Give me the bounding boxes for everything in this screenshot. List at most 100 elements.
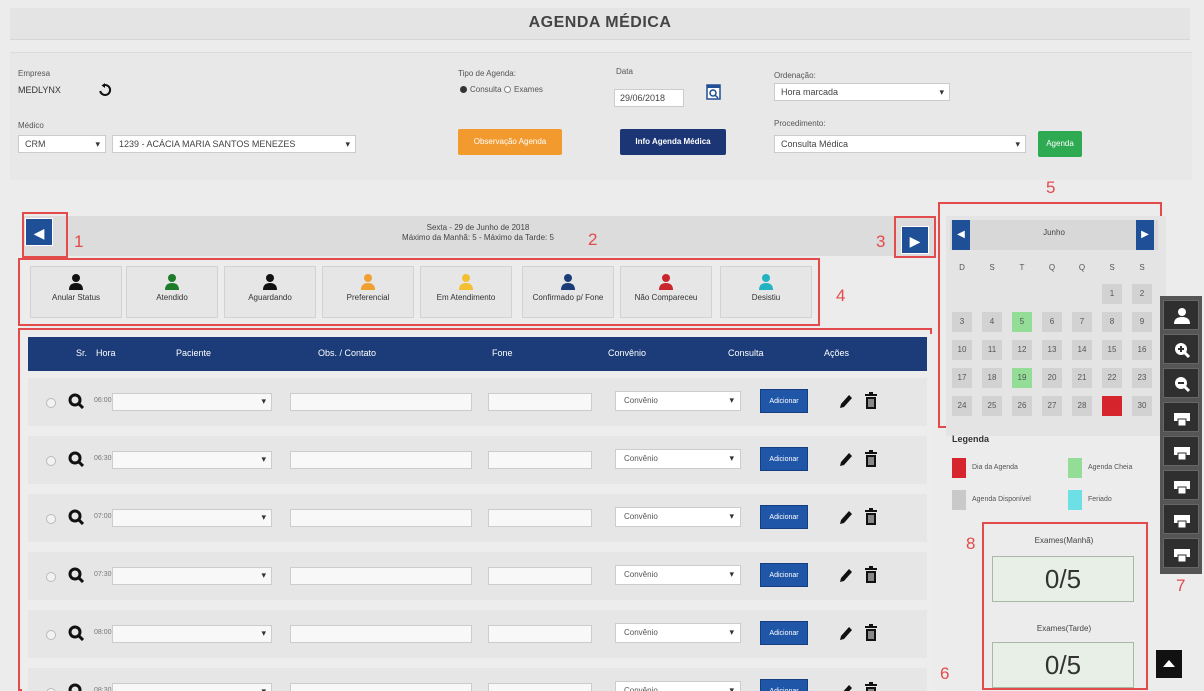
- status-aguardando-button[interactable]: Aguardando: [224, 266, 316, 318]
- print-button-2[interactable]: [1163, 436, 1199, 466]
- observacao-agenda-button[interactable]: Observação Agenda: [458, 129, 562, 155]
- zoom-in-button[interactable]: [1163, 334, 1199, 364]
- phone-field[interactable]: [488, 393, 592, 411]
- add-consulta-button[interactable]: Adicionar: [760, 447, 808, 471]
- add-patient-button[interactable]: [1163, 300, 1199, 330]
- calendar-day[interactable]: 2: [1132, 284, 1152, 304]
- row-select-radio[interactable]: [46, 514, 56, 524]
- calendar-day[interactable]: 13: [1042, 340, 1062, 360]
- pencil-icon[interactable]: [838, 392, 854, 410]
- phone-field[interactable]: [488, 683, 592, 691]
- next-month-button[interactable]: ▶: [1136, 220, 1154, 250]
- patient-select[interactable]: [112, 509, 272, 527]
- procedimento-select[interactable]: Consulta Médica: [774, 135, 1026, 153]
- print-button-5[interactable]: [1163, 538, 1199, 568]
- add-consulta-button[interactable]: Adicionar: [760, 621, 808, 645]
- convenio-select[interactable]: Convênio: [615, 449, 741, 469]
- calendar-day[interactable]: 20: [1042, 368, 1062, 388]
- status-nao-compareceu-button[interactable]: Não Compareceu: [620, 266, 712, 318]
- search-icon[interactable]: [68, 625, 84, 641]
- phone-field[interactable]: [488, 509, 592, 527]
- status-atendido-button[interactable]: Atendido: [126, 266, 218, 318]
- medico-type-select[interactable]: CRM: [18, 135, 106, 153]
- pencil-icon[interactable]: [838, 450, 854, 468]
- search-icon[interactable]: [68, 683, 84, 691]
- row-select-radio[interactable]: [46, 456, 56, 466]
- obs-contato-field[interactable]: [290, 393, 472, 411]
- calendar-day[interactable]: 18: [982, 368, 1002, 388]
- calendar-day[interactable]: 25: [982, 396, 1002, 416]
- print-button-3[interactable]: [1163, 470, 1199, 500]
- phone-field[interactable]: [488, 625, 592, 643]
- convenio-select[interactable]: Convênio: [615, 507, 741, 527]
- row-select-radio[interactable]: [46, 630, 56, 640]
- convenio-select[interactable]: Convênio: [615, 565, 741, 585]
- trash-icon[interactable]: [864, 450, 878, 468]
- search-icon[interactable]: [68, 567, 84, 583]
- calendar-search-icon[interactable]: [706, 82, 722, 100]
- pencil-icon[interactable]: [838, 682, 854, 691]
- status-em-atendimento-button[interactable]: Em Atendimento: [420, 266, 512, 318]
- obs-contato-field[interactable]: [290, 567, 472, 585]
- phone-field[interactable]: [488, 451, 592, 469]
- calendar-day[interactable]: 7: [1072, 312, 1092, 332]
- obs-contato-field[interactable]: [290, 509, 472, 527]
- convenio-select[interactable]: Convênio: [615, 623, 741, 643]
- calendar-day[interactable]: 15: [1102, 340, 1122, 360]
- calendar-day[interactable]: 17: [952, 368, 972, 388]
- pencil-icon[interactable]: [838, 508, 854, 526]
- calendar-day[interactable]: 23: [1132, 368, 1152, 388]
- calendar-day[interactable]: 5: [1012, 312, 1032, 332]
- patient-select[interactable]: [112, 683, 272, 691]
- patient-select[interactable]: [112, 567, 272, 585]
- calendar-day[interactable]: 9: [1132, 312, 1152, 332]
- add-consulta-button[interactable]: Adicionar: [760, 563, 808, 587]
- obs-contato-field[interactable]: [290, 451, 472, 469]
- trash-icon[interactable]: [864, 392, 878, 410]
- trash-icon[interactable]: [864, 682, 878, 691]
- patient-select[interactable]: [112, 625, 272, 643]
- add-consulta-button[interactable]: Adicionar: [760, 679, 808, 691]
- calendar-day[interactable]: 11: [982, 340, 1002, 360]
- calendar-day[interactable]: 10: [952, 340, 972, 360]
- agenda-button[interactable]: Agenda: [1038, 131, 1082, 157]
- status-anular-button[interactable]: Anular Status: [30, 266, 122, 318]
- row-select-radio[interactable]: [46, 398, 56, 408]
- calendar-day[interactable]: 29: [1102, 396, 1122, 416]
- ordenacao-select[interactable]: Hora marcada: [774, 83, 950, 101]
- scroll-top-button[interactable]: [1156, 650, 1182, 678]
- zoom-out-button[interactable]: [1163, 368, 1199, 398]
- calendar-day[interactable]: 27: [1042, 396, 1062, 416]
- calendar-day[interactable]: 21: [1072, 368, 1092, 388]
- calendar-day[interactable]: 30: [1132, 396, 1152, 416]
- phone-field[interactable]: [488, 567, 592, 585]
- calendar-day[interactable]: 3: [952, 312, 972, 332]
- calendar-day[interactable]: 28: [1072, 396, 1092, 416]
- pencil-icon[interactable]: [838, 566, 854, 584]
- patient-select[interactable]: [112, 393, 272, 411]
- date-field[interactable]: 29/06/2018: [614, 89, 684, 107]
- print-button-1[interactable]: [1163, 402, 1199, 432]
- trash-icon[interactable]: [864, 566, 878, 584]
- search-icon[interactable]: [68, 509, 84, 525]
- calendar-day[interactable]: 26: [1012, 396, 1032, 416]
- trash-icon[interactable]: [864, 624, 878, 642]
- calendar-day[interactable]: 1: [1102, 284, 1122, 304]
- convenio-select[interactable]: Convênio: [615, 391, 741, 411]
- search-icon[interactable]: [68, 393, 84, 409]
- print-button-4[interactable]: [1163, 504, 1199, 534]
- calendar-day[interactable]: 16: [1132, 340, 1152, 360]
- obs-contato-field[interactable]: [290, 625, 472, 643]
- status-confirmado-button[interactable]: Confirmado p/ Fone: [522, 266, 614, 318]
- refresh-icon[interactable]: [98, 83, 112, 97]
- pencil-icon[interactable]: [838, 624, 854, 642]
- prev-month-button[interactable]: ◀: [952, 220, 970, 250]
- tipo-exames-radio[interactable]: [504, 86, 511, 93]
- add-consulta-button[interactable]: Adicionar: [760, 505, 808, 529]
- calendar-day[interactable]: 4: [982, 312, 1002, 332]
- obs-contato-field[interactable]: [290, 683, 472, 691]
- calendar-day[interactable]: 12: [1012, 340, 1032, 360]
- calendar-day[interactable]: 8: [1102, 312, 1122, 332]
- info-agenda-button[interactable]: Info Agenda Médica: [620, 129, 726, 155]
- calendar-day[interactable]: 19: [1012, 368, 1032, 388]
